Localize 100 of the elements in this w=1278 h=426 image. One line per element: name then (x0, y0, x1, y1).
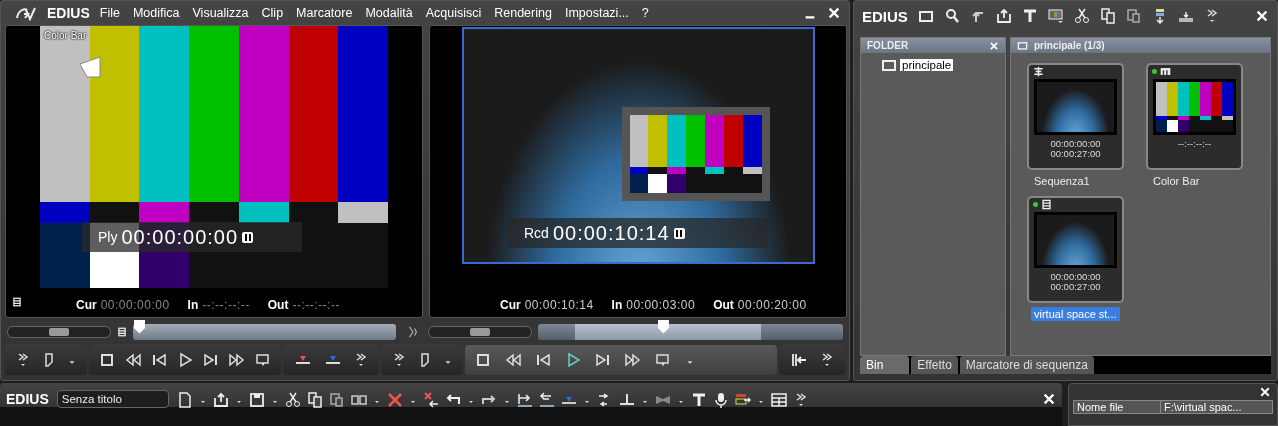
split-icon[interactable] (350, 392, 367, 408)
close-icon[interactable] (1259, 386, 1271, 398)
menu-item[interactable]: File (99, 6, 120, 20)
film-strip-icon (12, 295, 22, 309)
readout-label: Cur (76, 298, 97, 312)
export-icon[interactable] (995, 8, 1012, 24)
close-icon[interactable] (1255, 9, 1269, 23)
scissors-icon[interactable] (1073, 8, 1090, 24)
clip-name[interactable]: Sequenza1 (1031, 174, 1093, 188)
close-icon[interactable] (827, 6, 841, 20)
fast-forward-icon[interactable] (625, 352, 641, 368)
menu-item[interactable]: Modifica (132, 6, 180, 20)
step-back-icon[interactable] (151, 352, 167, 368)
folder-icon[interactable] (917, 8, 934, 24)
folder-icon (881, 57, 897, 73)
export-icon[interactable] (212, 392, 229, 408)
delete-icon[interactable] (386, 392, 403, 408)
text-icon[interactable] (1021, 8, 1038, 24)
pause-icon (242, 231, 254, 243)
step-forward-icon[interactable] (203, 352, 219, 368)
clip-timecode: 00:00:00:00 (1050, 272, 1101, 282)
readout-label: Cur (500, 298, 521, 312)
readout-label: Out (713, 298, 734, 312)
stop-icon[interactable] (99, 352, 115, 368)
rewind-icon[interactable] (505, 352, 521, 368)
new-file-icon[interactable] (176, 392, 193, 408)
readout-label: In (187, 298, 199, 312)
close-icon[interactable] (1042, 392, 1056, 406)
readout-label: Out (267, 298, 289, 312)
ripple-delete-icon[interactable] (422, 392, 439, 408)
triangle-marker-icon (79, 56, 101, 78)
clip-thumbnail[interactable]: 00:00:00:00 00:00:27:00 (1027, 63, 1124, 170)
panel-tab[interactable]: Marcatore di sequenza (959, 356, 1094, 374)
film-strip-icon (1041, 199, 1052, 210)
playhead-handle[interactable] (657, 319, 669, 334)
play-icon[interactable] (565, 352, 581, 368)
menu-item[interactable]: Acquisisci (425, 6, 482, 20)
step-forward-icon[interactable] (595, 352, 611, 368)
menu-item[interactable]: Clip (261, 6, 284, 20)
shuttle-slider[interactable] (428, 325, 532, 338)
playhead-handle[interactable] (134, 319, 145, 334)
sequence-icon (1033, 66, 1044, 77)
search-icon[interactable] (943, 8, 960, 24)
panel-title: FOLDER (867, 40, 909, 51)
readout-value: --:--:--:-- (202, 298, 250, 312)
clip-thumbnail[interactable]: --:--:--:-- (1146, 63, 1243, 170)
readout-value: 00:00:00:00 (100, 298, 170, 312)
copy-icon[interactable] (306, 392, 323, 408)
microphone-icon[interactable] (712, 392, 729, 408)
clip-name[interactable]: Color Bar (1150, 174, 1203, 188)
project-name-field[interactable]: Senza titolo (56, 390, 169, 408)
clip-timecode: --:--:--:-- (1177, 139, 1212, 149)
blade-icon[interactable] (618, 392, 635, 408)
rewind-icon[interactable] (125, 352, 141, 368)
panel-tab[interactable]: Bin (860, 356, 910, 374)
shuttle-slider[interactable] (7, 325, 111, 338)
fast-forward-icon[interactable] (229, 352, 245, 368)
grid-icon[interactable] (770, 392, 787, 408)
monitor-icon[interactable] (1047, 8, 1064, 24)
menu-item[interactable]: Impostazi... (564, 6, 629, 20)
menu-item[interactable]: Marcatore (296, 6, 353, 20)
panel-tab[interactable]: Effetto (911, 356, 958, 374)
stop-icon[interactable] (475, 352, 491, 368)
clip-label: Color Bar (44, 30, 87, 41)
timeline-scrubber[interactable] (538, 323, 843, 340)
property-name: Nome file (1074, 401, 1161, 413)
timecode: 00:00:10:14 (552, 221, 670, 245)
clip-name[interactable]: virtual space st... (1031, 307, 1120, 321)
text-icon[interactable] (690, 392, 707, 408)
clip-timecode: 00:00:27:00 (1050, 149, 1101, 159)
scissors-icon[interactable] (284, 392, 301, 408)
step-back-icon[interactable] (535, 352, 551, 368)
track-export-icon[interactable] (734, 392, 751, 408)
copy-icon[interactable] (1099, 8, 1116, 24)
save-icon[interactable] (248, 392, 265, 408)
menu-item[interactable]: Modalità (365, 6, 413, 20)
menu-item[interactable]: Visualizza (192, 6, 249, 20)
readout-label: In (611, 298, 623, 312)
in-arrow-icon[interactable] (789, 352, 809, 368)
menu-item[interactable]: ? (641, 6, 649, 20)
loop-icon[interactable] (655, 352, 671, 368)
paste-icon[interactable] (328, 392, 345, 408)
readout-value: 00:00:10:14 (524, 298, 594, 312)
mode-label: Rcd (524, 225, 549, 241)
overwrite-icon[interactable] (538, 392, 555, 408)
loop-icon[interactable] (255, 352, 271, 368)
clip-thumbnail[interactable]: 00:00:00:00 00:00:27:00 (1027, 196, 1124, 303)
clip-timecode: 00:00:00:00 (1050, 139, 1101, 149)
clip-type-icon (1160, 66, 1171, 77)
insert-icon[interactable] (516, 392, 533, 408)
timeline-scrubber[interactable] (133, 323, 396, 340)
play-icon[interactable] (177, 352, 193, 368)
clip-timecode: 00:00:27:00 (1050, 282, 1101, 292)
readout-value: 00:00:20:00 (737, 298, 807, 312)
menu-item[interactable]: Rendering (494, 6, 552, 20)
app-name: EDIUS (47, 5, 90, 21)
folder-item[interactable]: principale (900, 59, 954, 71)
property-value: F:\virtual spac... (1163, 401, 1243, 413)
readout-value: --:--:--:-- (292, 298, 340, 312)
paste-icon[interactable] (1125, 8, 1142, 24)
